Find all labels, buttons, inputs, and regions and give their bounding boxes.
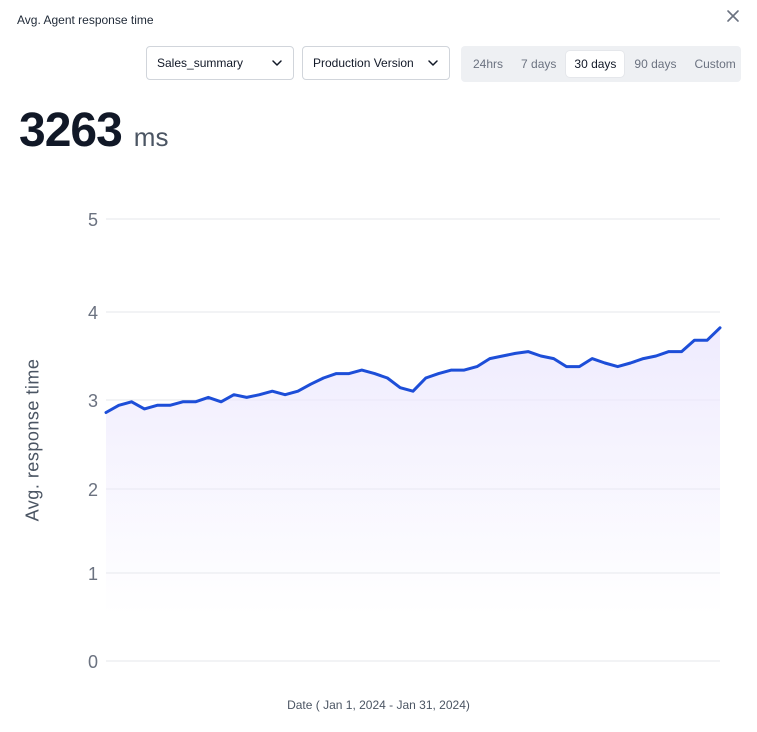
data-point [578,365,581,368]
data-point [488,357,491,360]
data-point [667,350,670,353]
data-point [130,400,133,403]
data-point [245,396,248,399]
y-tick-label: 3 [88,391,98,411]
data-point [104,411,108,414]
data-point [117,404,121,407]
y-tick-label: 2 [88,480,98,500]
y-tick-label: 4 [88,303,98,323]
data-point [207,396,210,399]
data-point [194,400,197,403]
data-point [219,400,223,403]
response-time-chart: 0 1 2 3 4 5 [88,210,722,672]
data-point [680,350,683,353]
data-point [501,354,504,358]
data-point [706,339,709,342]
data-point [309,383,312,386]
data-point [514,352,517,355]
data-point [271,390,274,393]
y-tick-label: 0 [88,652,98,672]
data-point [283,393,287,396]
data-point [168,404,172,407]
data-point [399,386,402,389]
data-point [603,361,607,365]
data-point [437,372,440,375]
data-point [629,361,632,365]
data-point [258,393,261,396]
data-point [386,376,389,380]
data-point [360,368,363,372]
data-point [424,376,427,380]
data-point [335,372,338,375]
data-point [411,390,415,393]
y-tick-label: 1 [88,564,98,584]
data-point [181,400,184,403]
data-point [296,390,300,393]
data-point [616,365,619,368]
data-point [347,372,351,375]
series-area [106,327,720,615]
data-point [539,354,543,358]
data-point [475,365,479,368]
data-point [373,372,376,375]
y-tick-label: 5 [88,210,98,230]
data-point [143,407,146,411]
data-point [322,376,325,380]
y-axis-label-text: Avg. response time [22,358,43,522]
data-point [642,357,645,360]
data-point [590,357,594,360]
data-point [693,339,696,342]
data-point [232,393,236,396]
data-point [718,326,722,329]
x-axis-label: Date ( Jan 1, 2024 - Jan 31, 2024) [287,698,470,712]
data-point [552,357,555,360]
data-point [654,354,658,358]
data-point [526,350,530,353]
data-point [463,368,466,372]
data-point [450,368,453,372]
data-point [156,404,159,407]
data-point [565,365,568,368]
